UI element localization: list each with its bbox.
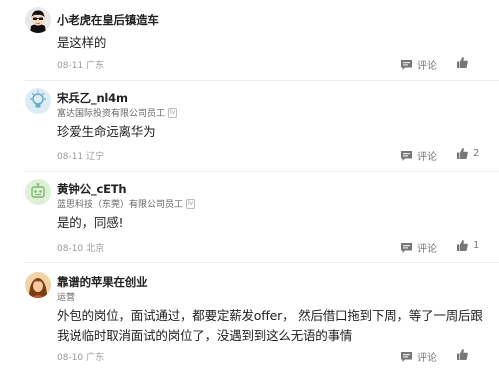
comment-icon <box>401 351 412 362</box>
reply-button[interactable]: 评论 <box>401 57 437 72</box>
username[interactable]: 宋兵乙_nl4m <box>57 90 128 106</box>
reply-button[interactable]: 评论 <box>401 349 437 364</box>
comment-text: 珍爱生命远离华为 <box>57 124 156 139</box>
reply-button[interactable]: 评论 <box>401 240 437 255</box>
thumbs-up-icon <box>457 148 468 159</box>
comment-text: 是的，同感! <box>57 215 124 230</box>
comment-date: 08-11 <box>57 152 84 162</box>
comment-icon <box>401 150 412 161</box>
reply-label: 评论 <box>417 61 437 72</box>
comment-location: 辽宁 <box>86 152 105 162</box>
divider <box>25 262 499 263</box>
reply-label: 评论 <box>417 353 437 364</box>
avatar[interactable] <box>25 272 51 298</box>
thumbs-up-icon <box>457 349 468 360</box>
user-company: 富达国际投资有限公司员工 lv <box>57 106 178 119</box>
comment-date: 08-10 <box>57 244 84 254</box>
tiger-cartoon-avatar-icon <box>25 7 51 33</box>
company-label: 蓝思科技（东莞）有限公司员工 <box>57 200 184 210</box>
comment-text: 外包的岗位，面试通过，都要定薪发offer， 然后借口拖到下周，等了一周后跟我说… <box>57 308 483 343</box>
thumbs-up-icon <box>457 57 468 68</box>
comment-meta: 08-11 辽宁 <box>57 149 104 162</box>
avatar[interactable] <box>25 7 51 33</box>
username[interactable]: 小老虎在皇后镇造车 <box>57 12 159 28</box>
thumbs-up-icon <box>457 240 468 251</box>
like-button[interactable]: 2 <box>457 148 479 159</box>
username[interactable]: 黄钟公_cETh <box>57 181 127 197</box>
like-count: 2 <box>473 148 480 159</box>
comment-icon <box>401 242 412 253</box>
comment-meta: 08-10 北京 <box>57 241 104 254</box>
comment-date: 08-11 <box>57 61 84 71</box>
robot-avatar-icon <box>25 179 51 205</box>
woman-avatar-icon <box>25 272 51 298</box>
comment-location: 广东 <box>86 353 105 363</box>
like-button[interactable]: 1 <box>457 240 479 251</box>
level-badge: lv <box>168 107 178 118</box>
user-company: 运营 <box>57 290 75 303</box>
like-button[interactable] <box>457 349 473 360</box>
divider <box>25 80 499 81</box>
username[interactable]: 靠谱的苹果在创业 <box>57 274 148 290</box>
level-badge: lv <box>186 198 196 209</box>
comment-text: 是这样的 <box>57 35 107 50</box>
company-label: 运营 <box>57 293 76 303</box>
reply-label: 评论 <box>417 152 437 163</box>
company-label: 富达国际投资有限公司员工 <box>57 109 166 119</box>
reply-label: 评论 <box>417 244 437 255</box>
like-count: 1 <box>473 240 480 251</box>
like-button[interactable] <box>457 57 473 68</box>
lightbulb-avatar-icon <box>25 88 51 114</box>
avatar[interactable] <box>25 179 51 205</box>
comment-icon <box>401 59 412 70</box>
divider <box>25 171 499 172</box>
avatar[interactable] <box>25 88 51 114</box>
reply-button[interactable]: 评论 <box>401 148 437 163</box>
comment-location: 广东 <box>86 61 105 71</box>
comment-date: 08-10 <box>57 353 84 363</box>
comment-meta: 08-11 广东 <box>57 58 104 71</box>
user-company: 蓝思科技（东莞）有限公司员工 lv <box>57 197 196 210</box>
comment-meta: 08-10 广东 <box>57 350 104 363</box>
comment-location: 北京 <box>86 244 105 254</box>
